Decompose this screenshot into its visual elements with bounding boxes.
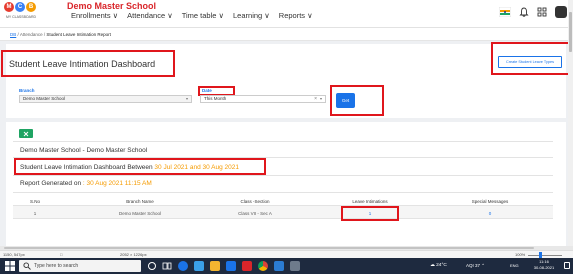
divider bbox=[13, 175, 553, 176]
highlight-box-period bbox=[14, 158, 266, 175]
notification-icon[interactable] bbox=[564, 262, 570, 269]
zoom-slider-track[interactable] bbox=[528, 255, 562, 256]
vertical-scrollbar[interactable] bbox=[568, 0, 573, 246]
page-title: Student Leave Intimation Dashboard bbox=[9, 59, 156, 69]
breadcrumb-home[interactable]: DB bbox=[10, 32, 16, 37]
weather-widget[interactable]: ☁ 24°C bbox=[430, 261, 447, 271]
excel-export-button[interactable] bbox=[19, 129, 33, 138]
excel-icon bbox=[23, 131, 29, 136]
main-nav: Enrollments ∨ Attendance ∨ Time table ∨ … bbox=[71, 11, 313, 20]
nav-learning[interactable]: Learning ∨ bbox=[233, 11, 270, 20]
language-indicator[interactable]: ENG bbox=[510, 261, 519, 271]
logo-letter-b: B bbox=[26, 2, 36, 12]
report-generated-date: : 30 Aug 2021 11:15 AM bbox=[82, 180, 152, 187]
edge-browser-icon[interactable] bbox=[178, 261, 188, 271]
taskbar-search-input[interactable]: Type here to search bbox=[19, 260, 141, 272]
school-name: Demo Master School bbox=[67, 1, 157, 11]
taskbar: Type here to search ☁ 24°C AQI 37 ⌃ ENG … bbox=[0, 258, 573, 274]
branch-label: Branch bbox=[19, 88, 35, 93]
report-school-line: Demo Master School - Demo Master School bbox=[20, 147, 148, 154]
date-select-value: This Month bbox=[204, 96, 227, 101]
file-explorer-icon[interactable] bbox=[210, 261, 220, 271]
cell-class-section: Class VII - Sec A bbox=[238, 211, 272, 216]
divider bbox=[13, 141, 553, 142]
column-header-branch: Branch Name bbox=[126, 199, 154, 204]
search-placeholder: Type here to search bbox=[34, 263, 79, 269]
aqi-value: AQI 37 bbox=[466, 263, 481, 268]
flag-icon[interactable] bbox=[499, 7, 511, 17]
topbar-actions bbox=[499, 6, 567, 18]
logo-letter-c: C bbox=[15, 2, 25, 12]
tray-chevron-icon[interactable]: ⌃ bbox=[481, 263, 485, 268]
bell-icon[interactable] bbox=[519, 7, 529, 17]
school-logo[interactable]: M C B MY CLASSBOARD bbox=[4, 2, 38, 22]
clock[interactable]: 11:16 30-08-2021 bbox=[527, 259, 561, 271]
column-header-special-messages: Special Messages bbox=[471, 199, 509, 204]
nav-timetable[interactable]: Time table ∨ bbox=[182, 11, 224, 20]
highlight-box-get bbox=[330, 85, 384, 116]
nav-reports[interactable]: Reports ∨ bbox=[279, 11, 313, 20]
nav-enrollments[interactable]: Enrollments ∨ bbox=[71, 11, 118, 20]
logo-subtitle: MY CLASSBOARD bbox=[5, 15, 37, 19]
store-icon[interactable] bbox=[194, 261, 204, 271]
column-header-sno: S.No bbox=[29, 199, 40, 204]
highlight-box-create bbox=[491, 42, 571, 75]
breadcrumb-attendance[interactable]: Attendance bbox=[20, 32, 43, 37]
cell-sno: 1 bbox=[33, 211, 37, 216]
scrollbar-thumb[interactable] bbox=[569, 12, 572, 52]
apps-grid-icon[interactable] bbox=[537, 7, 547, 17]
divider bbox=[13, 192, 553, 193]
system-tray[interactable]: AQI 37 ⌃ bbox=[466, 261, 485, 271]
office-icon[interactable] bbox=[242, 261, 252, 271]
chevron-down-icon: ▾ bbox=[185, 96, 188, 101]
nav-attendance[interactable]: Attendance ∨ bbox=[127, 11, 173, 20]
breadcrumb-current: Student Leave Intimation Report bbox=[46, 32, 111, 37]
search-icon bbox=[23, 262, 31, 270]
weather-temp: 24°C bbox=[436, 263, 447, 268]
column-header-leave-intimations: Leave Intimations bbox=[352, 199, 388, 204]
top-bar: M C B MY CLASSBOARD Demo Master School E… bbox=[0, 0, 573, 28]
breadcrumb-separator: / bbox=[17, 32, 19, 37]
date-select[interactable]: This Month × ▾ bbox=[200, 95, 326, 103]
highlight-box-leave-intimations bbox=[341, 206, 399, 221]
report-generated: Report Generated on : 30 Aug 2021 11:15 … bbox=[20, 180, 152, 187]
cell-special-messages-link[interactable]: 0 bbox=[430, 211, 550, 216]
mail-icon[interactable] bbox=[226, 261, 236, 271]
column-header-class-section: Class -Section bbox=[240, 199, 270, 204]
status-bar: 1150, 547px □ 2052 × 1226px 100% bbox=[0, 250, 573, 258]
snipping-tool-icon[interactable] bbox=[290, 261, 300, 271]
windows-start-icon[interactable] bbox=[5, 261, 15, 271]
cortana-icon[interactable] bbox=[148, 262, 156, 270]
cloud-icon: ☁ bbox=[430, 263, 435, 268]
cell-branch: Demo Master School bbox=[118, 211, 162, 216]
task-view-icon[interactable] bbox=[162, 261, 172, 271]
chrome-icon[interactable] bbox=[258, 261, 268, 271]
clock-date: 30-08-2021 bbox=[533, 265, 555, 270]
logo-letter-m: M bbox=[4, 2, 14, 12]
divider bbox=[13, 218, 553, 219]
user-avatar[interactable] bbox=[555, 6, 567, 18]
breadcrumb: DB / Attendance / Student Leave Intimati… bbox=[0, 28, 573, 41]
branch-select[interactable]: Demo Master School ▾ bbox=[19, 95, 192, 103]
clear-date-icon[interactable]: × bbox=[314, 96, 317, 102]
chevron-down-icon: ▾ bbox=[319, 96, 322, 101]
word-icon[interactable] bbox=[274, 261, 284, 271]
branch-select-value: Demo Master School bbox=[23, 96, 66, 101]
report-generated-prefix: Report Generated on bbox=[20, 180, 83, 187]
breadcrumb-separator: / bbox=[43, 32, 46, 37]
scrollbar-thumb[interactable] bbox=[4, 247, 534, 249]
